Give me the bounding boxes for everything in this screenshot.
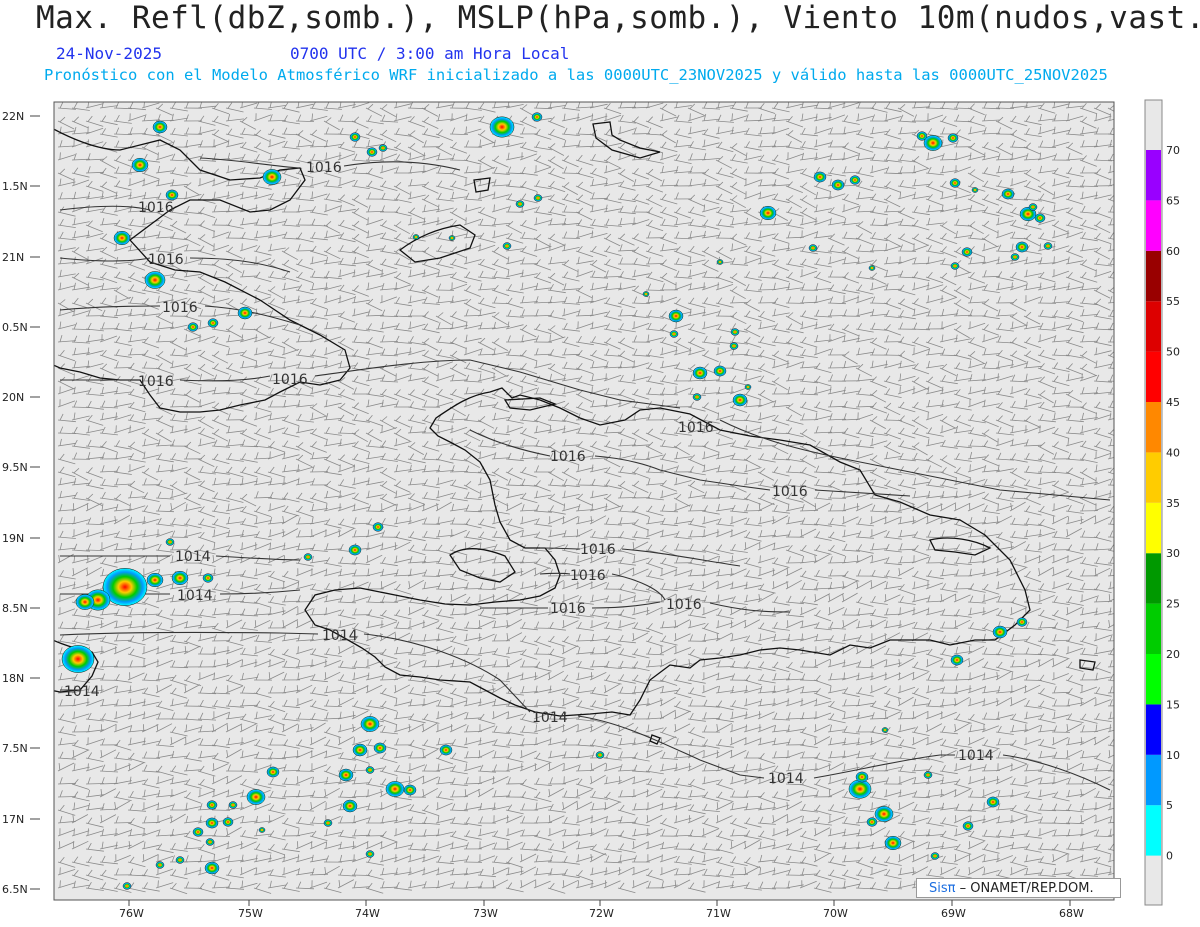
wind-barb-flag (157, 152, 159, 160)
wind-barb-flag (255, 412, 257, 420)
wind-barb-flag (269, 425, 271, 433)
wind-barb-flag (829, 191, 831, 199)
wind-barb (365, 510, 385, 512)
wind-barb-flag (1011, 282, 1013, 290)
wind-barb-flag (381, 269, 383, 277)
wind-barb-flag (325, 295, 327, 303)
wind-barb-flag (73, 373, 75, 381)
wind-barb-flag (857, 490, 859, 498)
wind-barb-flag (954, 503, 957, 511)
wind-barb-flag (633, 360, 635, 368)
wind-barb-flag (59, 152, 61, 160)
wind-barb (113, 367, 133, 369)
wind-barb-flag (997, 503, 999, 511)
map-svg: 1016 1016 1016 1016 1016 1016 1016 1016 … (2, 99, 1180, 920)
wind-barb-flag (409, 516, 411, 524)
wind-barb-flag (269, 503, 271, 511)
wind-barb-flag (857, 451, 859, 459)
wind-barb-flag (493, 438, 495, 446)
wind-barb (645, 263, 665, 265)
wind-barb-flag (619, 126, 621, 134)
wind-barb-flag (843, 152, 845, 160)
wind-barb-flag (1109, 490, 1111, 498)
wind-barb-flag (129, 503, 131, 511)
wind-barb-flag (73, 308, 75, 316)
wind-barb-flag (689, 113, 691, 121)
wind-barb-flag (255, 334, 257, 342)
wind-barb (561, 237, 581, 239)
wind-barb-flag (199, 399, 201, 407)
wind-barb-flag (87, 139, 89, 147)
wind-barb-flag (997, 373, 999, 381)
wind-barb-flag (325, 347, 327, 355)
wind-barb (295, 250, 315, 252)
wind-barb-flag (969, 464, 971, 472)
wind-barb-flag (899, 386, 901, 394)
wind-barb-flag (353, 102, 355, 108)
wind-barb-flag (1053, 256, 1055, 264)
map-background (54, 102, 1114, 900)
wind-barb-flag (1095, 412, 1097, 420)
wind-barb-flag (675, 321, 677, 329)
wind-barb-flag (591, 386, 593, 394)
wind-barb-flag (927, 282, 929, 290)
wind-barb (1107, 484, 1114, 486)
